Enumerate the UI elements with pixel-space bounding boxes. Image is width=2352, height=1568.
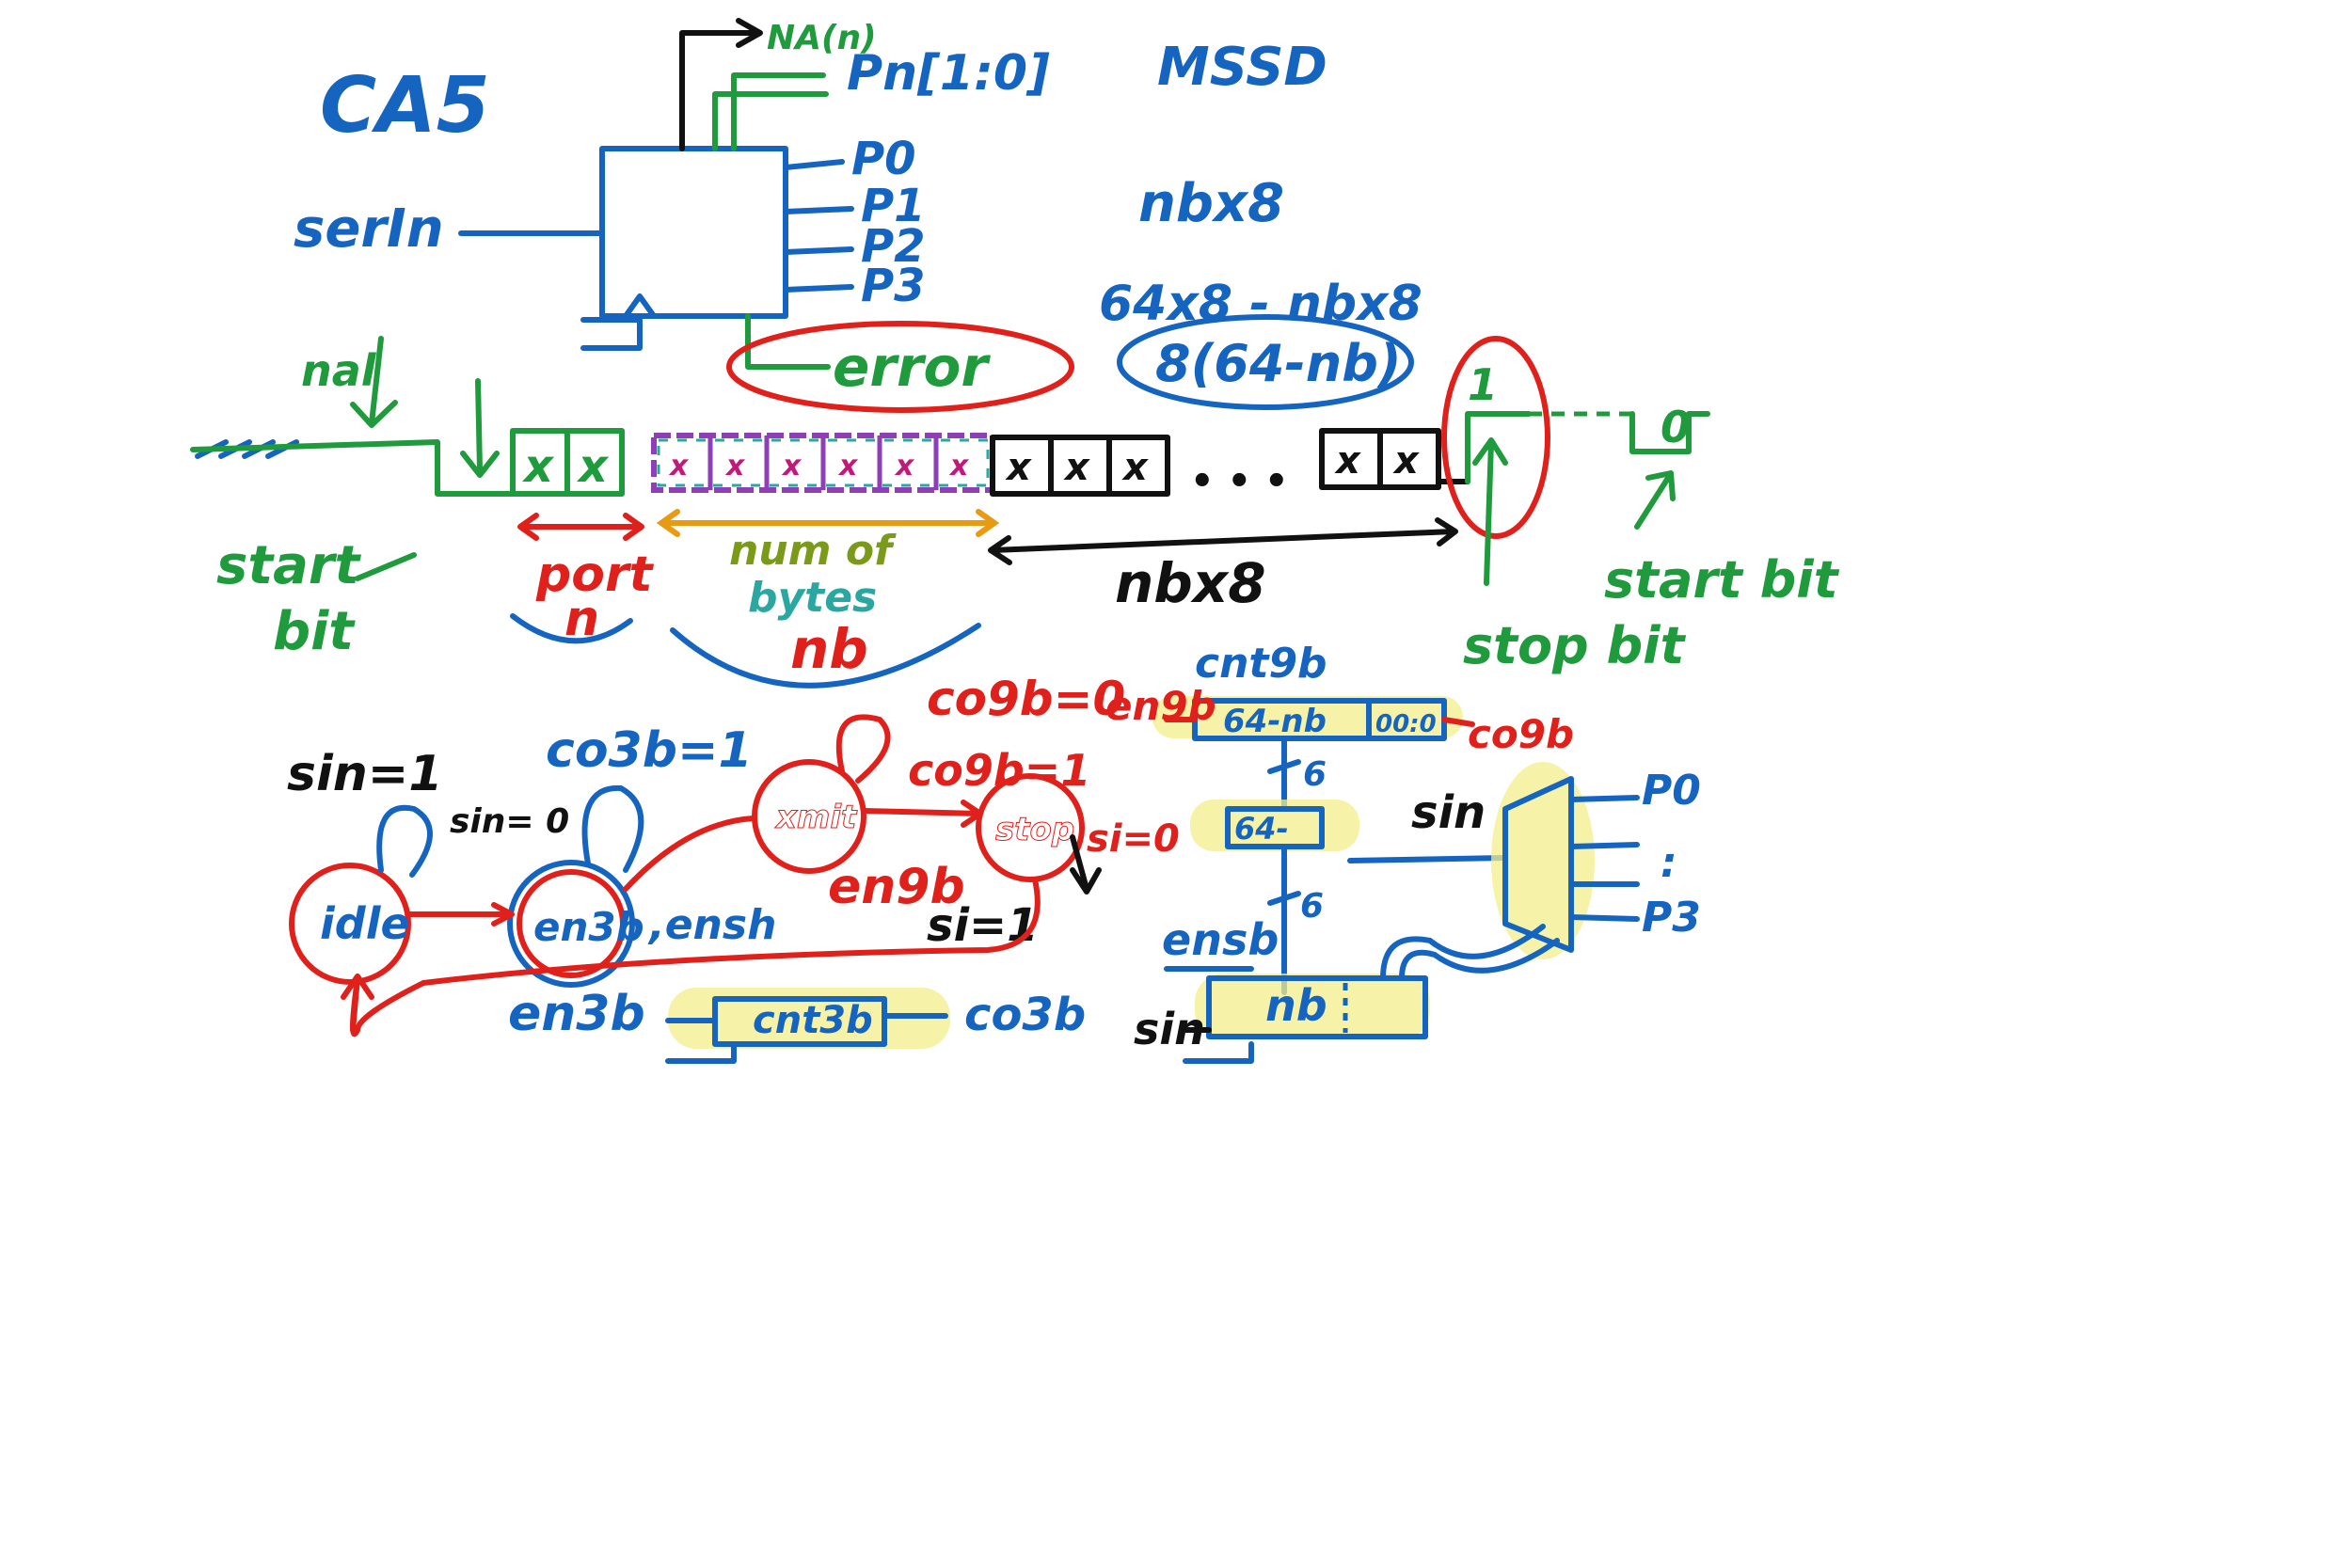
label-sin-mux: sin	[1411, 786, 1486, 839]
label-nal: nal	[301, 345, 377, 396]
label-sin1: sin=1	[287, 746, 443, 802]
label-start-left: start	[216, 535, 362, 596]
svg-text:x: x	[894, 450, 915, 483]
label-nbx8-top: nbx8	[1138, 173, 1284, 234]
svg-text:x: x	[948, 450, 970, 483]
svg-text:x: x	[1005, 446, 1032, 489]
label-nbx8-mid: nbx8	[1115, 551, 1266, 615]
svg-text:x: x	[577, 440, 610, 493]
label-ensb: ensb	[1162, 914, 1279, 965]
svg-text:x: x	[724, 450, 746, 483]
deserializer-block	[599, 146, 788, 319]
label-num-of: num of	[729, 527, 897, 575]
label-en9b-dp: en9b	[1105, 683, 1216, 729]
svg-text:6: 6	[1300, 887, 1324, 926]
svg-text:6: 6	[1303, 755, 1327, 794]
svg-text:x: x	[1121, 446, 1149, 489]
label-stop-bit: stop bit	[1463, 616, 1687, 675]
svg-text:cnt3b: cnt3b	[753, 999, 873, 1042]
label-co9b-dp: co9b	[1468, 711, 1574, 757]
label-expr2: 8(64-nb)	[1155, 334, 1402, 393]
label-si1: si=1	[927, 899, 1039, 952]
label-msd: MSSD	[1157, 37, 1327, 98]
label-bit-left: bit	[273, 601, 356, 662]
label-mux-p0: P0	[1642, 767, 1701, 815]
num-bytes-bits	[651, 433, 995, 493]
whiteboard-canvas: CA5 MSSD serIn P0 P1 P2 P3 NA(n) Pn[1:0]…	[190, 18, 1840, 1064]
svg-text:idle: idle	[320, 898, 410, 949]
label-p0: P0	[851, 133, 916, 185]
ellipsis: • • •	[1190, 460, 1289, 503]
pn-wire	[731, 72, 826, 151]
title-ca5: CA5	[320, 61, 490, 150]
svg-text:x: x	[522, 440, 555, 493]
label-co3b: co3b	[964, 989, 1086, 1041]
svg-text:x: x	[668, 450, 690, 483]
label-one: 1	[1468, 359, 1498, 410]
label-mux-dots: :	[1661, 839, 1677, 887]
svg-text:stop: stop	[995, 811, 1074, 848]
label-ensh: ,ensh	[647, 901, 776, 949]
label-serin: serIn	[294, 198, 444, 260]
label-mux-p3: P3	[1642, 894, 1701, 942]
label-pn: Pn[1:0]	[847, 45, 1050, 102]
svg-text:nb: nb	[1265, 980, 1327, 1031]
svg-text:x: x	[1392, 439, 1420, 483]
svg-text:xmit: xmit	[774, 799, 858, 836]
label-co9b0: co9b=0	[927, 672, 1125, 726]
svg-text:x: x	[1063, 446, 1090, 489]
svg-text:64-: 64-	[1234, 811, 1289, 847]
label-bytes: bytes	[748, 574, 877, 622]
svg-text:00:0: 00:0	[1375, 710, 1437, 738]
label-zero: 0	[1661, 402, 1691, 452]
label-en3b-bottom: en3b	[508, 986, 645, 1042]
label-nb: nb	[790, 617, 868, 681]
svg-text:x: x	[1334, 439, 1361, 483]
svg-text:x: x	[781, 450, 803, 483]
label-cnt9b: cnt9b	[1195, 640, 1327, 688]
label-sin0: sin= 0	[450, 802, 569, 841]
label-co3b1: co3b=1	[546, 722, 753, 779]
svg-text:64-nb: 64-nb	[1223, 703, 1327, 740]
label-si0: si=0	[1087, 817, 1180, 861]
svg-text:en3b: en3b	[533, 904, 644, 950]
svg-text:x: x	[837, 450, 859, 483]
label-co9b1: co9b=1	[908, 745, 1090, 796]
label-error: error	[833, 335, 991, 399]
label-p3: P3	[861, 260, 926, 312]
label-start-bit-right: start bit	[1604, 550, 1840, 610]
label-expr1: 64x8 - nbx8	[1099, 276, 1422, 332]
